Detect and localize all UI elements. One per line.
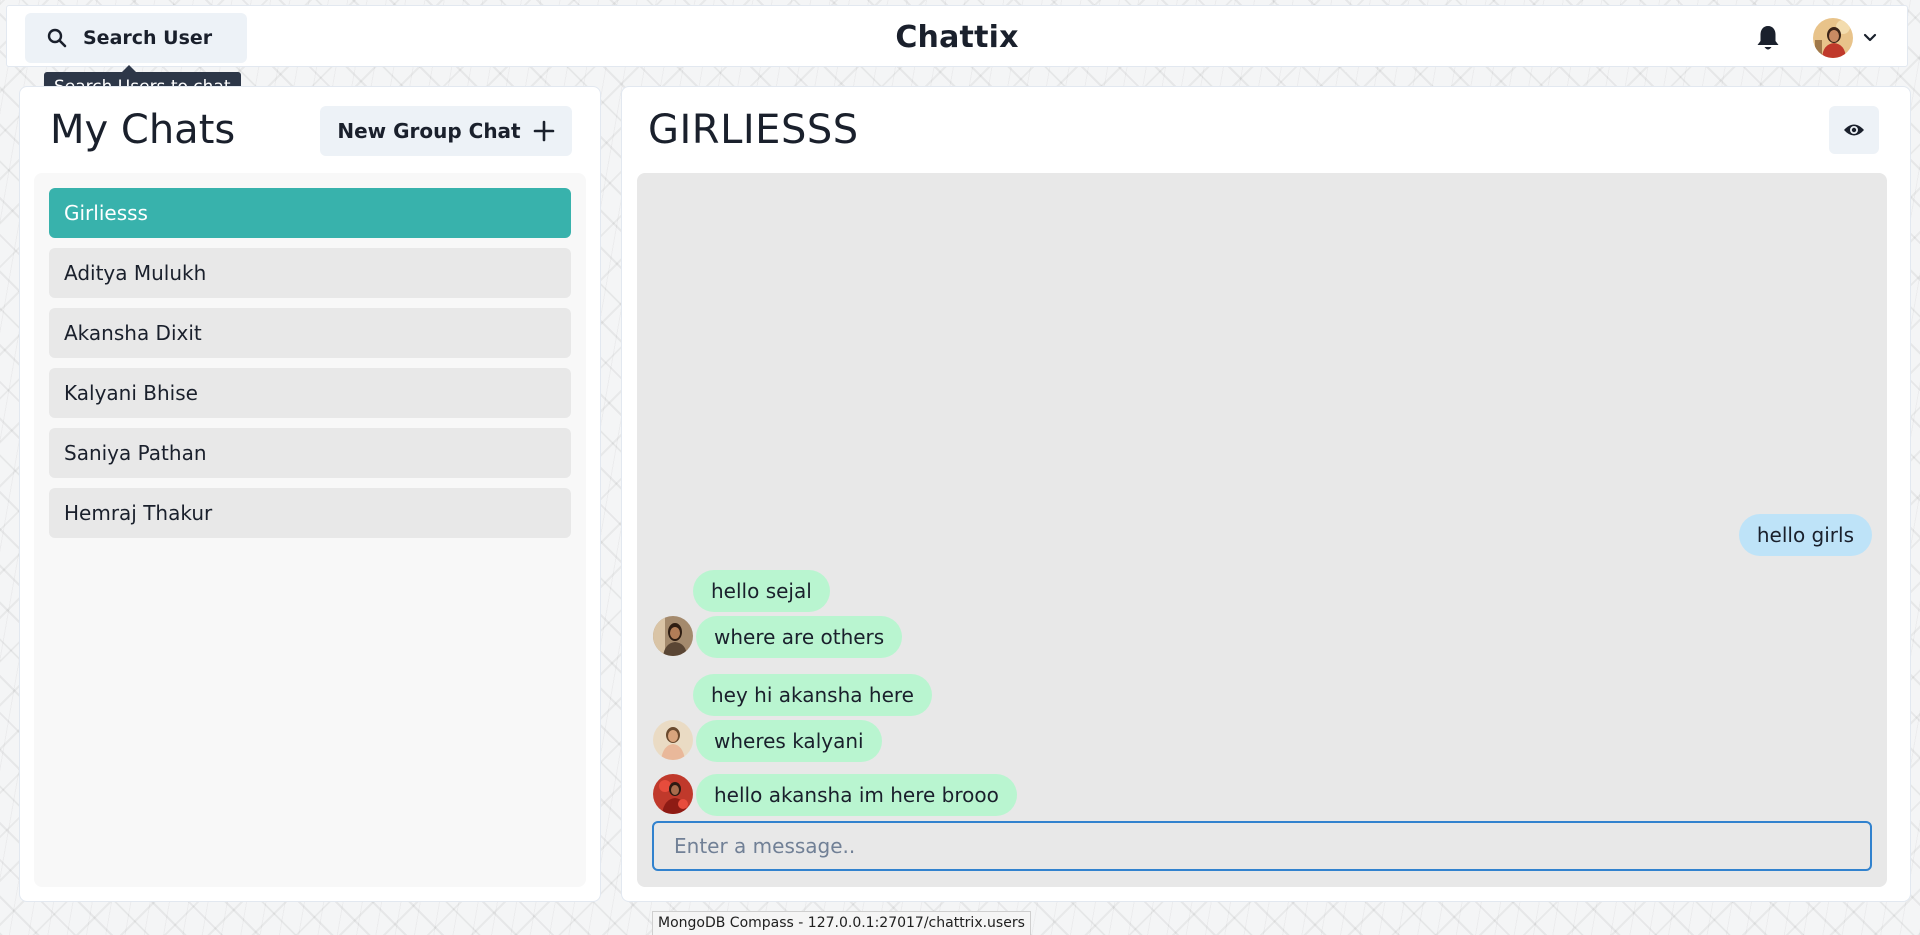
eye-icon [1844,124,1864,136]
sender-avatar [653,720,693,760]
chat-item-aditya-mulukh[interactable]: Aditya Mulukh [49,248,571,298]
chat-item-hemraj-thakur[interactable]: Hemraj Thakur [49,488,571,538]
top-navbar: Search User Chattix [6,5,1908,67]
my-chats-panel: My Chats New Group Chat Girliesss Aditya… [19,86,601,902]
message-input[interactable] [652,821,1872,871]
chat-list: Girliesss Aditya Mulukh Akansha Dixit Ka… [34,173,586,887]
search-icon [47,28,67,48]
message-bubble: hello akansha im here brooo [696,774,1017,816]
chat-title: GIRLIESSS [648,107,859,153]
chat-item-label: Saniya Pathan [64,441,207,465]
chat-item-label: Hemraj Thakur [64,501,213,525]
chat-item-akansha-dixit[interactable]: Akansha Dixit [49,308,571,358]
notification-button[interactable] [1755,24,1781,52]
chat-item-girliesss[interactable]: Girliesss [49,188,571,238]
chat-item-kalyani-bhise[interactable]: Kalyani Bhise [49,368,571,418]
message-bubble: hello sejal [693,570,830,612]
new-group-chat-button[interactable]: New Group Chat [320,106,572,156]
profile-menu-button[interactable] [1813,16,1887,60]
bell-icon [1757,26,1779,50]
status-bar-url: MongoDB Compass - 127.0.0.1:27017/chattr… [652,911,1031,935]
message-bubble: hey hi akansha here [693,674,932,716]
search-user-label: Search User [83,27,213,49]
chat-window-panel: GIRLIESSS hello girls hello sejal where … [621,86,1911,902]
my-chats-title: My Chats [50,107,236,153]
user-avatar [1813,18,1853,58]
chat-item-label: Girliesss [64,201,148,225]
messages-area: hello girls hello sejal where are others… [637,173,1887,887]
message-bubble: where are others [696,616,903,658]
message-bubble-mine: hello girls [1738,514,1872,556]
chat-item-saniya-pathan[interactable]: Saniya Pathan [49,428,571,478]
sender-avatar [653,774,693,814]
plus-icon [533,120,554,142]
chat-item-label: Aditya Mulukh [64,261,207,285]
search-user-button[interactable]: Search User [25,13,247,63]
chat-item-label: Akansha Dixit [64,321,202,345]
chat-item-label: Kalyani Bhise [64,381,198,405]
new-group-chat-label: New Group Chat [337,119,521,143]
app-title: Chattix [895,20,1019,55]
sender-avatar [653,616,693,656]
message-bubble: wheres kalyani [696,720,882,762]
chevron-down-icon [1863,33,1877,42]
view-group-button[interactable] [1829,106,1879,154]
